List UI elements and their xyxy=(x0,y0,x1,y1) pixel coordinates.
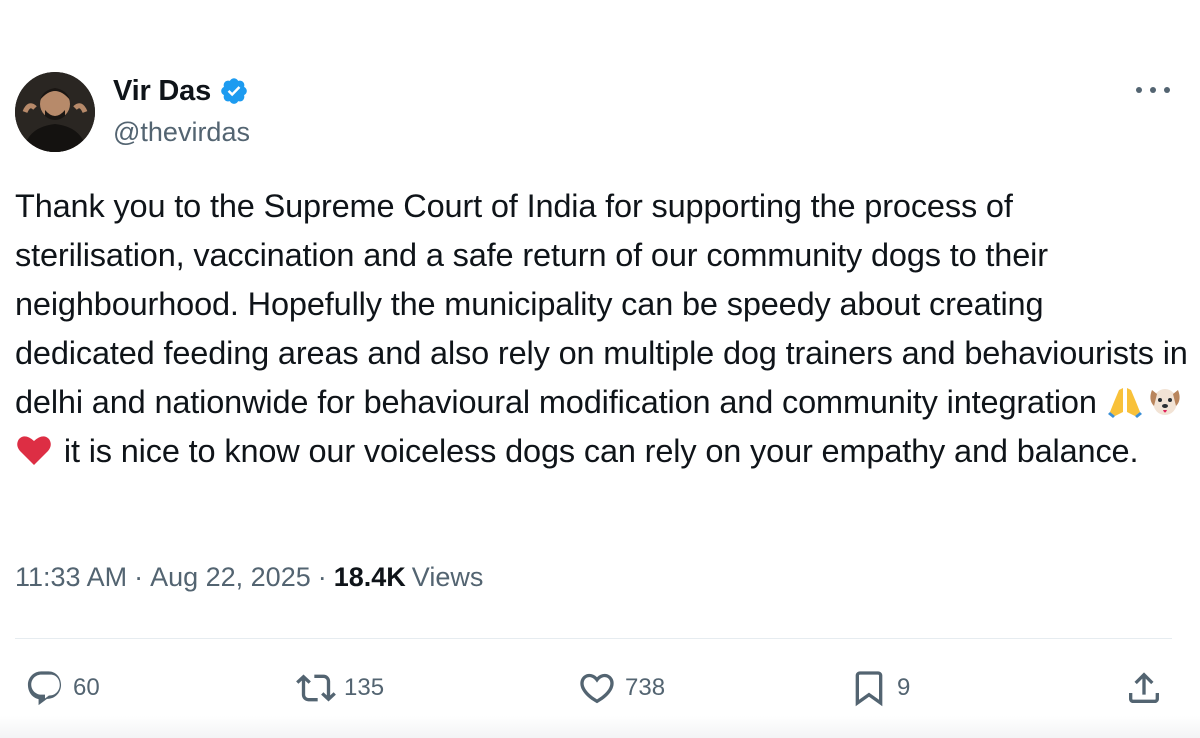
more-options-icon[interactable] xyxy=(1136,78,1170,102)
tweet-text: Thank you to the Supreme Court of India … xyxy=(15,182,1190,476)
like-count: 738 xyxy=(625,674,666,701)
bookmark-count: 9 xyxy=(897,674,911,701)
tweet-meta: 11:33 AM · Aug 22, 2025 · 18.4K Views xyxy=(15,562,483,593)
heart-icon xyxy=(580,673,614,704)
folded-hands-icon xyxy=(1106,382,1144,420)
tweet-card: Vir Das @thevirdas Thank you to the Supr… xyxy=(0,0,1200,738)
tweet-text-part-2: it is nice to know our voiceless dogs ca… xyxy=(55,433,1139,469)
dog-face-icon xyxy=(1146,382,1184,420)
author-display-name[interactable]: Vir Das xyxy=(113,75,211,108)
reply-count: 60 xyxy=(73,674,100,701)
red-heart-icon xyxy=(15,431,53,469)
views-label: Views xyxy=(411,562,484,592)
action-bar: 60 135 738 9 xyxy=(0,665,1200,715)
share-button[interactable] xyxy=(1124,665,1164,711)
bookmark-icon xyxy=(855,671,883,707)
avatar-photo xyxy=(15,72,95,152)
reply-icon xyxy=(27,671,62,706)
share-icon xyxy=(1129,672,1159,703)
meta-separator: · xyxy=(317,562,327,592)
tweet-text-part-1: Thank you to the Supreme Court of India … xyxy=(15,188,1197,420)
tweet-time[interactable]: 11:33 AM xyxy=(15,562,127,593)
repost-button[interactable]: 135 xyxy=(296,665,384,711)
tweet-date[interactable]: Aug 22, 2025 xyxy=(150,562,311,593)
meta-separator: · xyxy=(134,562,144,592)
avatar[interactable] xyxy=(15,72,95,152)
author-handle[interactable]: @thevirdas xyxy=(113,117,250,148)
bookmark-button[interactable]: 9 xyxy=(849,665,910,711)
verified-badge-icon[interactable] xyxy=(219,76,249,106)
bottom-fade xyxy=(0,716,1200,738)
divider xyxy=(15,638,1172,639)
repost-count: 135 xyxy=(344,674,385,701)
like-button[interactable]: 738 xyxy=(577,665,665,711)
reply-button[interactable]: 60 xyxy=(25,665,100,711)
repost-icon xyxy=(296,674,336,702)
author-name-row: Vir Das xyxy=(113,74,249,108)
views-count[interactable]: 18.4K xyxy=(334,562,406,593)
